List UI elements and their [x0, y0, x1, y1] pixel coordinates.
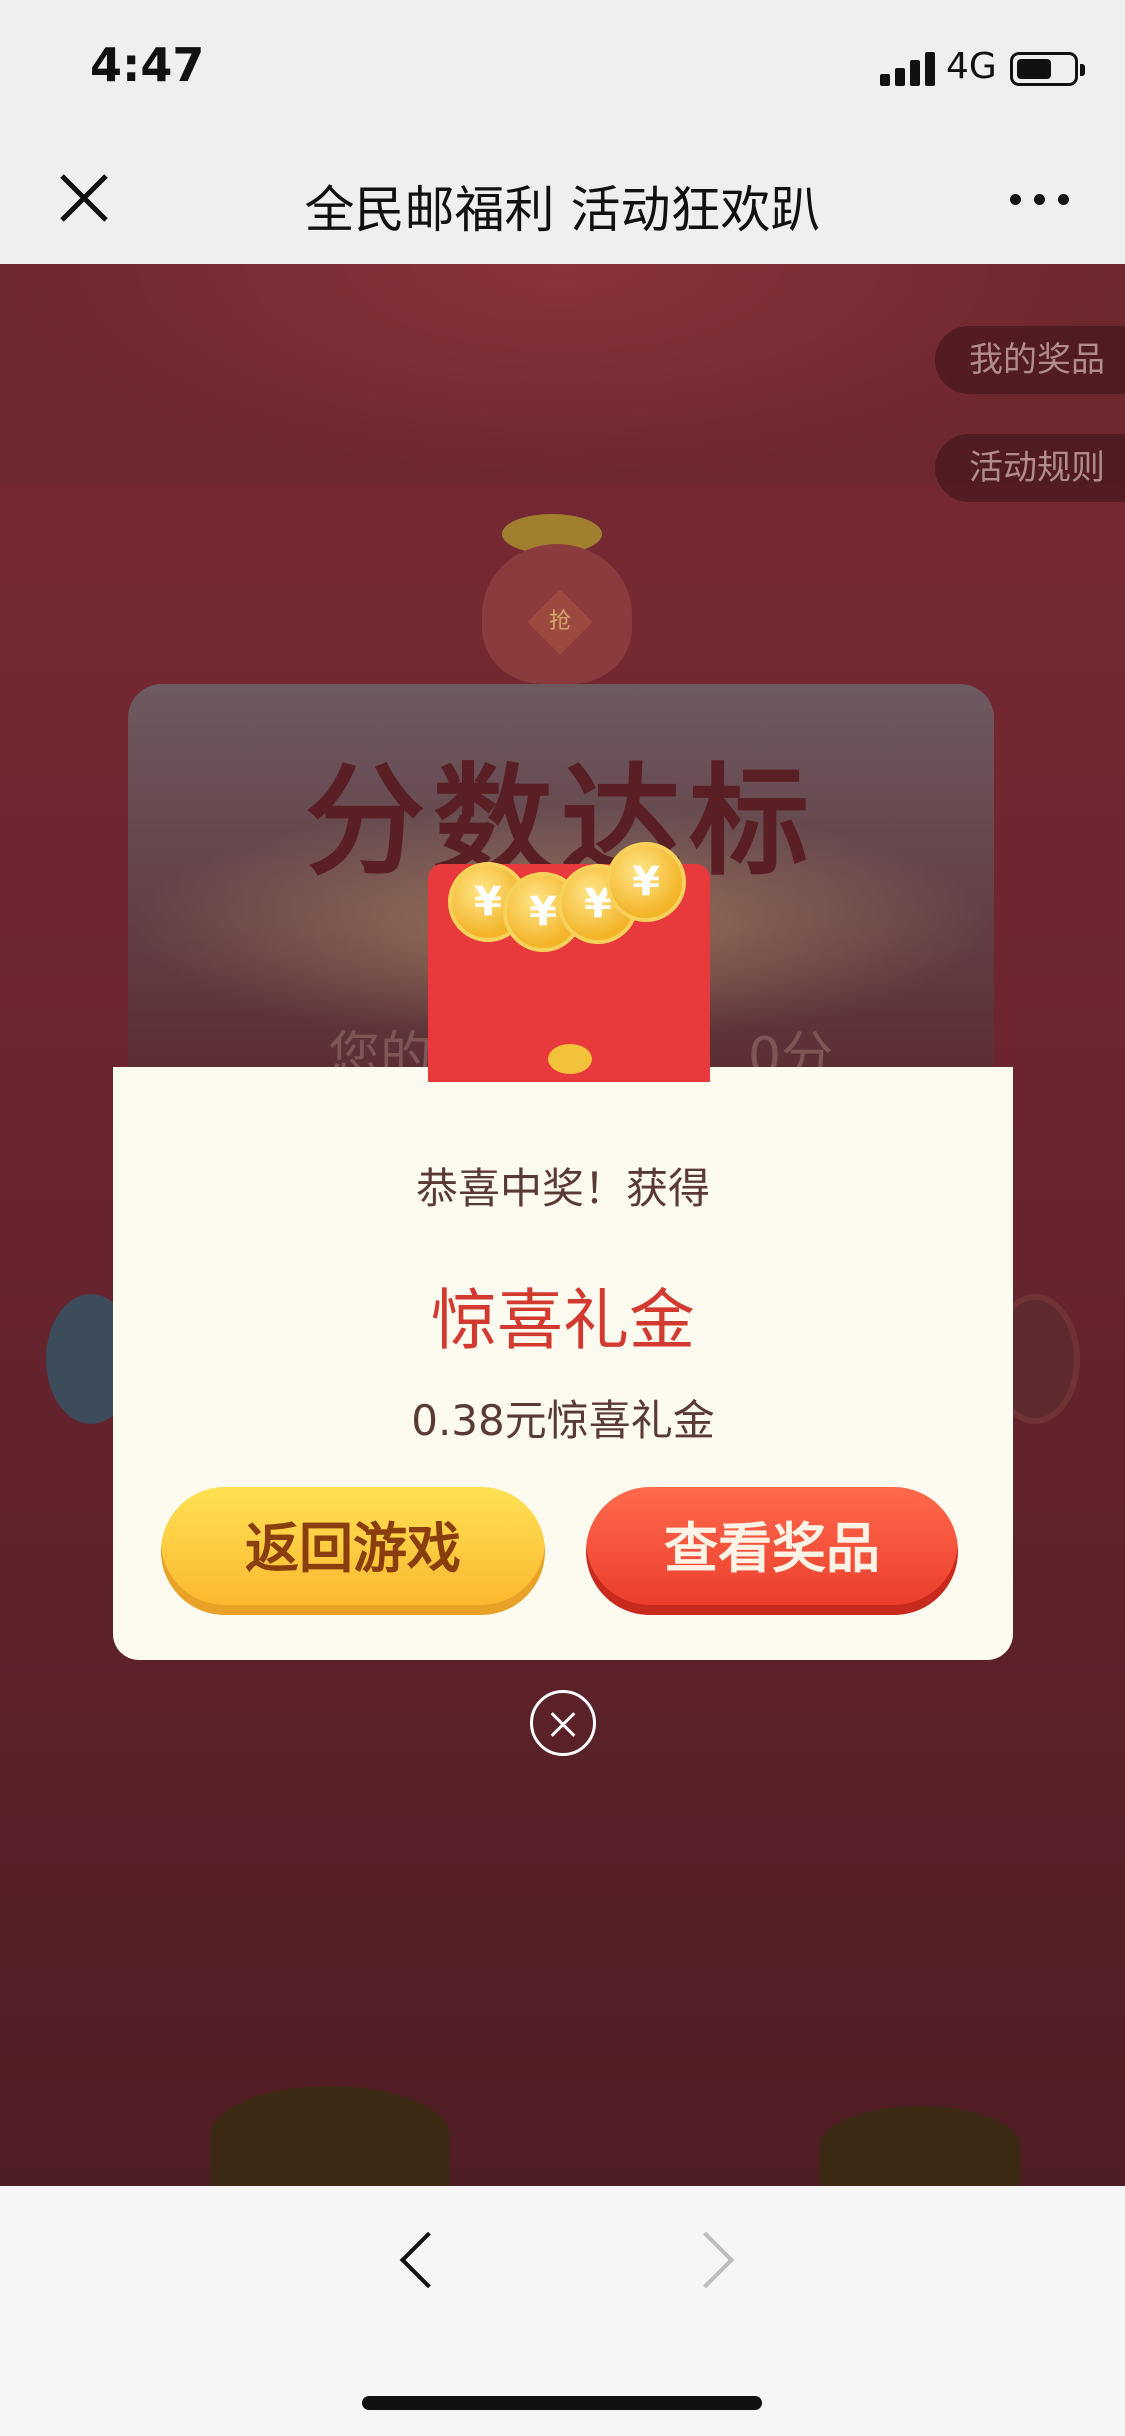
money-bag-icon: 抢: [462, 494, 662, 694]
page-title: 全民邮福利 活动狂欢趴: [304, 181, 821, 239]
status-time: 4:47: [90, 38, 205, 92]
forward-arrow-icon[interactable]: [677, 2231, 735, 2289]
more-icon[interactable]: [1010, 194, 1070, 206]
signal-icon: [880, 52, 936, 86]
red-envelope-icon: ¥ ¥ ¥ ¥: [428, 842, 710, 1082]
hills-decoration: [0, 2056, 1125, 2186]
nav-header: 全民邮福利 活动狂欢趴: [0, 132, 1125, 264]
modal-close-icon[interactable]: [530, 1690, 596, 1756]
rules-button[interactable]: 活动规则: [935, 434, 1125, 502]
home-indicator: [362, 2396, 762, 2410]
modal-headline: 恭喜中奖！获得: [415, 1164, 710, 1213]
back-arrow-icon[interactable]: [399, 2231, 457, 2289]
battery-icon: [1010, 52, 1085, 86]
prize-name: 惊喜礼金: [431, 1282, 695, 1359]
bag-tag-label: 抢: [548, 608, 572, 634]
my-prizes-button[interactable]: 我的奖品: [935, 326, 1125, 394]
coin-icon: ¥: [606, 842, 686, 922]
status-bar: 4:47 4G: [0, 0, 1125, 132]
view-prize-button[interactable]: 查看奖品: [586, 1487, 958, 1615]
prize-modal: 恭喜中奖！获得 惊喜礼金 0.38元惊喜礼金 返回游戏 查看奖品: [113, 1067, 1013, 1660]
prize-amount: 0.38元惊喜礼金: [411, 1396, 715, 1445]
network-label: 4G: [946, 46, 997, 87]
back-to-game-button[interactable]: 返回游戏: [161, 1487, 545, 1615]
browser-bottom-bar: [0, 2186, 1125, 2436]
